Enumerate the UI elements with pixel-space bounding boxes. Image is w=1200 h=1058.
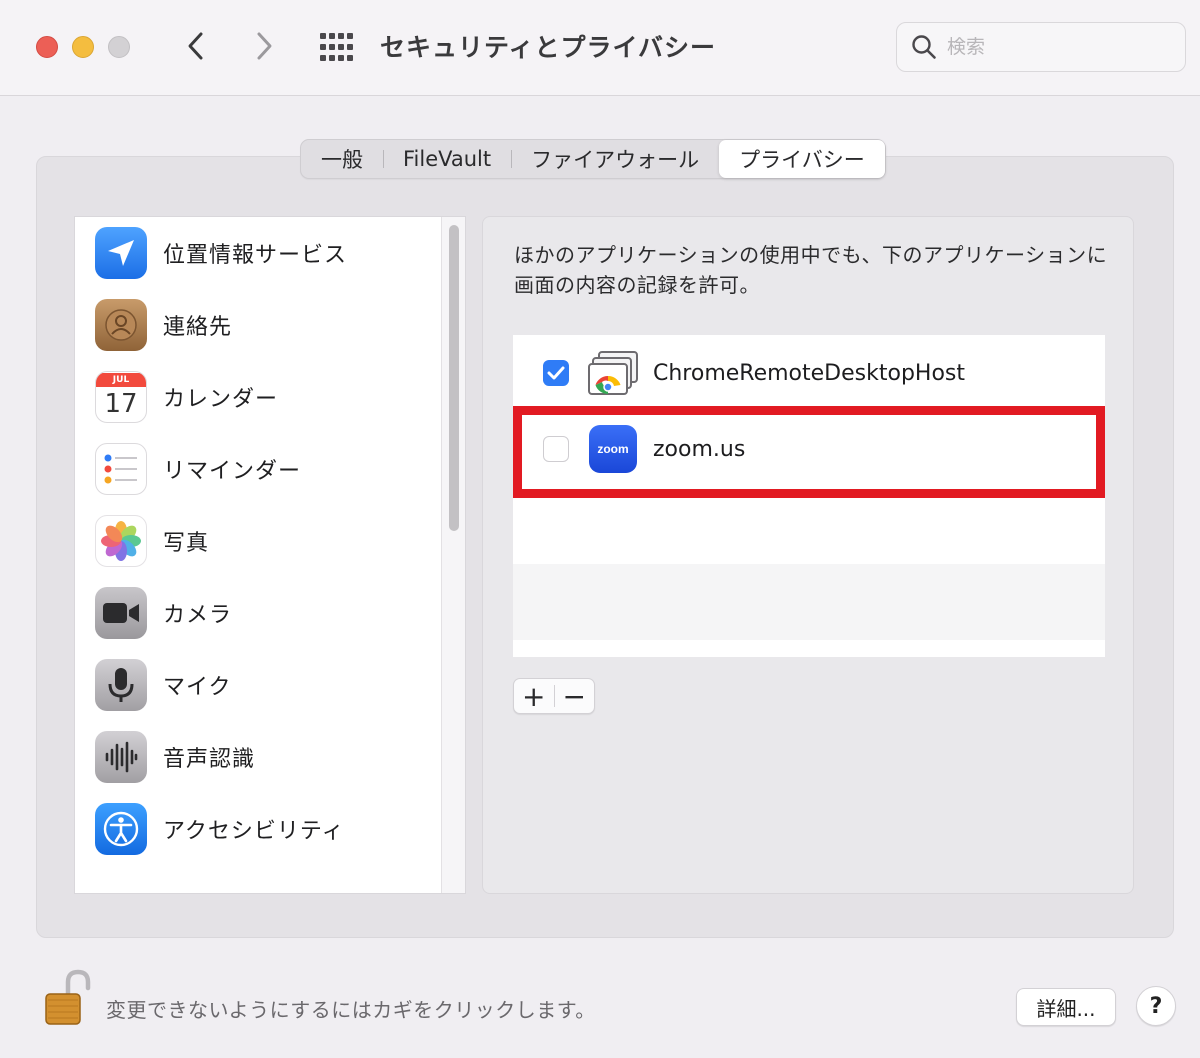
sidebar-item-label: 音声認識 [163, 747, 256, 772]
sidebar-item-accessibility[interactable]: アクセシビリティ [95, 801, 425, 857]
tab-general[interactable]: 一般 [301, 140, 383, 178]
add-app-button[interactable]: + [514, 679, 554, 713]
empty-row [513, 564, 1105, 640]
minimize-window-button[interactable] [72, 36, 94, 58]
add-remove-control: + − [513, 678, 595, 714]
sidebar-scrollbar[interactable] [441, 217, 465, 893]
tab-firewall[interactable]: ファイアウォール [511, 140, 719, 178]
app-list[interactable]: ChromeRemoteDesktopHost zoom zoom.us [513, 335, 1105, 657]
sidebar-item-label: カレンダー [163, 387, 279, 412]
zoom-icon-text: zoom [597, 442, 629, 456]
back-button[interactable] [176, 26, 216, 66]
sidebar-item-label: 位置情報サービス [163, 243, 348, 268]
sidebar-item-label: 連絡先 [163, 315, 233, 340]
accessibility-icon [95, 803, 147, 855]
speech-recognition-icon [95, 731, 147, 783]
app-name: ChromeRemoteDesktopHost [653, 360, 965, 386]
advanced-button[interactable]: 詳細... [1016, 988, 1116, 1026]
calendar-month: JUL [96, 373, 146, 387]
sidebar-item-camera[interactable]: カメラ [95, 585, 425, 641]
sidebar-item-label: マイク [163, 675, 232, 700]
app-row-chromeremotedesktophost[interactable]: ChromeRemoteDesktopHost [513, 335, 1105, 411]
sidebar-item-contacts[interactable]: 連絡先 [95, 297, 425, 353]
chevron-left-icon [188, 32, 203, 60]
sidebar-item-label: アクセシビリティ [163, 819, 345, 844]
grid-icon [320, 33, 353, 61]
sidebar-item-speech-recognition[interactable]: 音声認識 [95, 729, 425, 785]
calendar-day: 17 [104, 389, 138, 419]
photos-icon [95, 515, 147, 567]
zoom-icon: zoom [587, 425, 639, 473]
search-field[interactable] [896, 22, 1186, 72]
show-all-button[interactable] [316, 30, 356, 64]
scrollbar-thumb[interactable] [449, 225, 459, 531]
chrome-remote-desktop-icon [587, 349, 639, 397]
microphone-icon [95, 659, 147, 711]
location-arrow-icon [95, 227, 147, 279]
tab-filevault[interactable]: FileVault [383, 140, 511, 178]
sidebar-item-location-services[interactable]: 位置情報サービス [95, 225, 425, 281]
tab-bar: 一般 FileVault ファイアウォール プライバシー [300, 139, 886, 179]
sidebar-item-label: カメラ [163, 603, 233, 628]
help-button[interactable]: ? [1136, 986, 1176, 1026]
chevron-right-icon [257, 32, 272, 60]
search-icon [912, 35, 936, 59]
remove-app-button[interactable]: − [554, 679, 594, 713]
sidebar-item-microphone[interactable]: マイク [95, 657, 425, 713]
calendar-icon: JUL 17 [95, 371, 147, 423]
lock-icon[interactable] [42, 968, 92, 1028]
app-checkbox[interactable] [543, 360, 569, 386]
search-input[interactable] [947, 36, 1167, 58]
zoom-window-button[interactable] [108, 36, 130, 58]
tab-privacy[interactable]: プライバシー [719, 140, 885, 178]
app-checkbox[interactable] [543, 436, 569, 462]
title-bar: セキュリティとプライバシー [0, 0, 1200, 96]
lock-hint-text: 変更できないようにするにはカギをクリックします。 [106, 998, 596, 1022]
app-row-zoom[interactable]: zoom zoom.us [513, 411, 1105, 487]
sidebar-item-reminders[interactable]: リマインダー [95, 441, 425, 497]
app-name: zoom.us [653, 436, 746, 462]
permission-description: ほかのアプリケーションの使用中でも、下のアプリケーションに画面の内容の記録を許可… [514, 243, 1108, 297]
camera-icon [95, 587, 147, 639]
window-title: セキュリティとプライバシー [380, 33, 717, 62]
privacy-category-list[interactable]: 位置情報サービス 連絡先 JUL 17 カレンダー リマインダー 写真 カメラ … [74, 216, 466, 894]
sidebar-item-label: 写真 [163, 531, 210, 556]
sidebar-item-label: リマインダー [163, 459, 302, 484]
sidebar-item-calendar[interactable]: JUL 17 カレンダー [95, 369, 425, 425]
checkmark-icon [547, 366, 565, 380]
sidebar-item-photos[interactable]: 写真 [95, 513, 425, 569]
contacts-icon [95, 299, 147, 351]
reminders-icon [95, 443, 147, 495]
close-window-button[interactable] [36, 36, 58, 58]
forward-button[interactable] [244, 26, 284, 66]
